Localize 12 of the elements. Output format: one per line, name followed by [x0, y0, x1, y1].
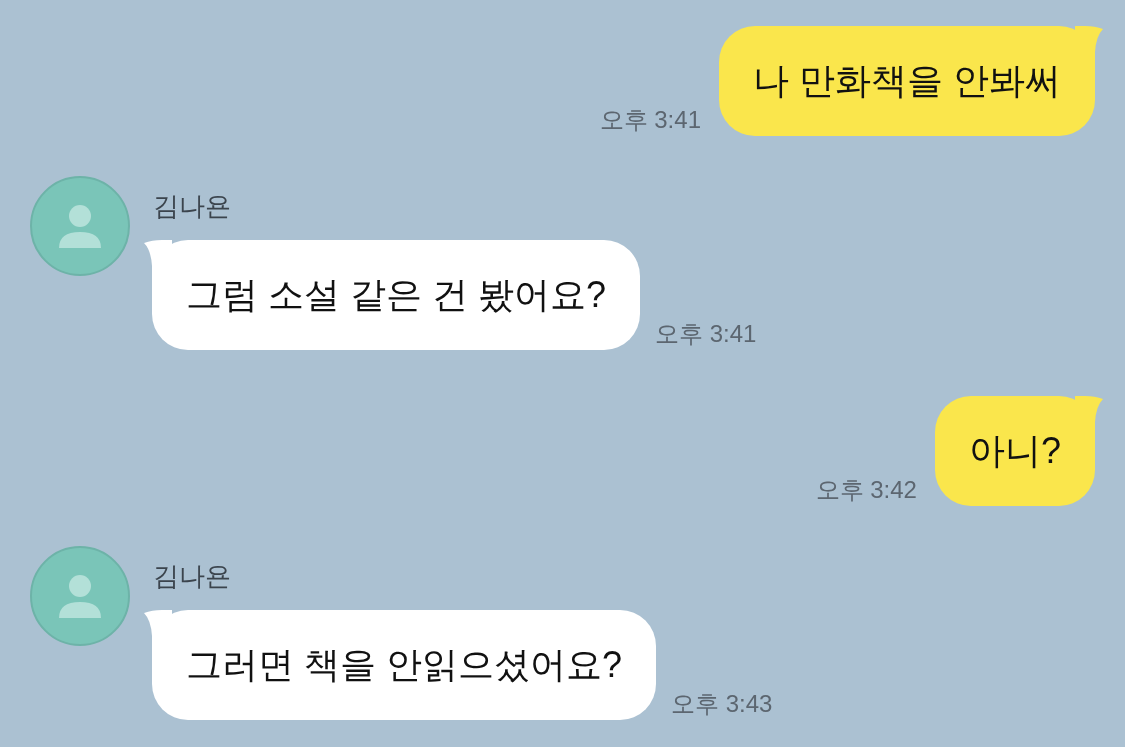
avatar-icon — [30, 546, 130, 646]
message-time: 오후 3:41 — [599, 106, 701, 134]
message-time: 오후 3:43 — [671, 690, 773, 718]
message-bubble: 아니? — [934, 396, 1095, 506]
sender-name: 김나욘 — [153, 190, 231, 222]
message-time: 오후 3:42 — [815, 476, 917, 504]
avatar-icon — [30, 176, 130, 276]
sender-name: 김나욘 — [153, 560, 231, 592]
message-bubble: 그러면 책을 안읽으셨어요? — [152, 610, 657, 720]
message-bubble: 나 만화책을 안봐써 — [719, 26, 1095, 136]
message-bubble: 그럼 소설 같은 건 봤어요? — [152, 240, 641, 350]
message-time: 오후 3:41 — [655, 320, 757, 348]
